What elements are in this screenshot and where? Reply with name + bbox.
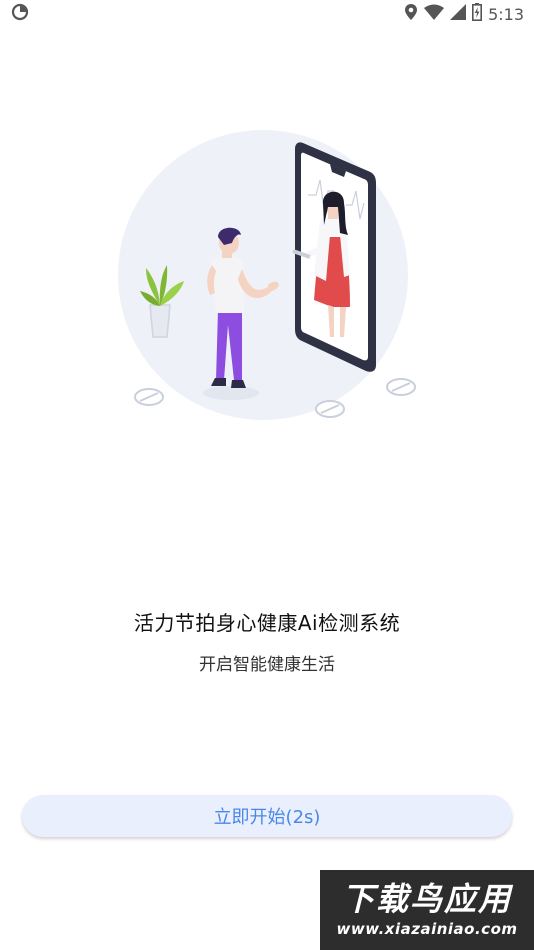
status-right: 5:13 — [404, 3, 524, 25]
status-left — [10, 2, 30, 26]
pill-bottom — [315, 400, 345, 418]
app-notification-icon — [10, 2, 30, 26]
status-bar: 5:13 — [0, 0, 534, 28]
location-icon — [404, 3, 418, 25]
wifi-icon — [424, 4, 445, 24]
phone-device — [292, 142, 376, 372]
start-now-button[interactable]: 立即开始(2s) — [22, 795, 512, 837]
pill-left — [134, 388, 164, 406]
telemedicine-illustration — [118, 125, 438, 425]
watermark-badge: 下载鸟应用 www.xiazainiao.com — [320, 870, 534, 950]
cellular-signal-icon — [450, 4, 467, 24]
pill-right — [386, 378, 416, 396]
watermark-url: www.xiazainiao.com — [336, 919, 518, 938]
app-subtitle: 开启智能健康生活 — [199, 655, 335, 675]
status-time: 5:13 — [488, 4, 524, 24]
watermark-logo-text: 下载鸟应用 — [341, 880, 512, 919]
app-title: 活力节拍身心健康Ai检测系统 — [133, 611, 401, 635]
battery-icon — [472, 3, 483, 25]
